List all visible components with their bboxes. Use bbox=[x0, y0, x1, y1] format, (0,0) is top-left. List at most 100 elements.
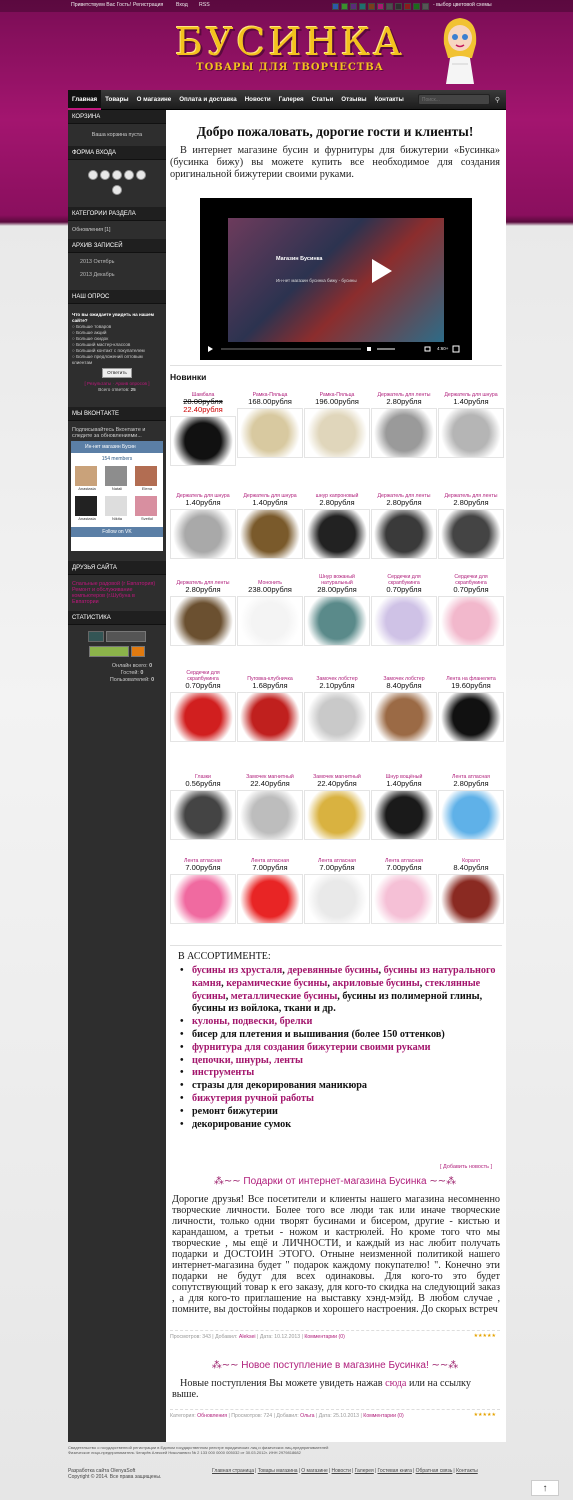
product-image[interactable] bbox=[438, 790, 504, 840]
product-card[interactable]: Глазки 0.56рубля bbox=[170, 768, 236, 840]
search-input[interactable] bbox=[417, 94, 490, 105]
product-card[interactable]: Лента на фланелета 19.60рубля bbox=[438, 670, 504, 742]
rambler-counter[interactable] bbox=[89, 646, 130, 657]
counter-badge[interactable] bbox=[105, 631, 146, 642]
color-swatch[interactable] bbox=[368, 3, 375, 10]
news-title-gifts[interactable]: ⁂~~ Подарки от интернет-магазина Бусинка… bbox=[170, 1176, 500, 1187]
here-link[interactable]: сюда bbox=[385, 1378, 406, 1389]
assortment-link[interactable]: фурнитура для создания бижутерии своими … bbox=[192, 1042, 431, 1053]
product-card[interactable]: Рамка-Пяльца 168.00рубля bbox=[237, 386, 303, 458]
color-swatch[interactable] bbox=[422, 3, 429, 10]
product-card[interactable]: Держатель для ленты 2.80рубля bbox=[371, 487, 437, 559]
assortment-link[interactable]: цепочки, шнуры, ленты bbox=[192, 1055, 303, 1066]
product-card[interactable]: Сердечки для скрапбукинга 0.70рубля bbox=[438, 574, 504, 646]
product-card[interactable]: Держатель для ленты 2.80рубля bbox=[371, 386, 437, 458]
product-image[interactable] bbox=[304, 509, 370, 559]
product-image[interactable] bbox=[371, 408, 437, 458]
footer-link[interactable]: Гостевая книга bbox=[377, 1468, 411, 1474]
product-card[interactable]: шнур капроновый 2.80рубля bbox=[304, 487, 370, 559]
footer-link[interactable]: Галерея bbox=[355, 1468, 374, 1474]
product-image[interactable] bbox=[170, 692, 236, 742]
vk-icon[interactable] bbox=[100, 170, 110, 180]
product-image[interactable] bbox=[371, 509, 437, 559]
product-image[interactable] bbox=[438, 596, 504, 646]
rating-stars[interactable]: ★★★★★ bbox=[474, 1333, 496, 1339]
register-link[interactable]: Регистрация bbox=[133, 2, 163, 8]
nav-products[interactable]: Товары bbox=[101, 90, 132, 110]
nav-about[interactable]: О магазине bbox=[133, 90, 176, 110]
product-image[interactable] bbox=[170, 596, 236, 646]
color-swatch[interactable] bbox=[404, 3, 411, 10]
scroll-to-top-button[interactable]: ↑ bbox=[531, 1480, 559, 1496]
product-image[interactable] bbox=[237, 874, 303, 924]
assortment-link[interactable]: инструменты bbox=[192, 1067, 254, 1078]
search-icon[interactable]: ⚲ bbox=[495, 96, 500, 104]
poll-archive-link[interactable]: Архив опросов bbox=[115, 381, 147, 386]
assortment-link[interactable]: металлические бусины bbox=[231, 991, 338, 1002]
product-image[interactable] bbox=[371, 874, 437, 924]
product-image[interactable] bbox=[438, 692, 504, 742]
product-card[interactable]: Сердечки для скрапбукинга 0.70рубля bbox=[371, 574, 437, 646]
site-logo[interactable]: БУСИНКА ТОВАРЫ ДЛЯ ТВОРЧЕСТВА bbox=[175, 22, 405, 73]
color-swatch[interactable] bbox=[341, 3, 348, 10]
footer-link[interactable]: Новости bbox=[332, 1468, 351, 1474]
archive-item-oct-2013[interactable]: 2013 Октябрь bbox=[80, 258, 154, 266]
product-image[interactable] bbox=[304, 596, 370, 646]
counter-badge[interactable] bbox=[88, 631, 105, 642]
color-swatch[interactable] bbox=[350, 3, 357, 10]
product-image[interactable] bbox=[371, 692, 437, 742]
assortment-link[interactable]: керамические бусины bbox=[226, 978, 327, 989]
product-image[interactable] bbox=[371, 596, 437, 646]
product-card[interactable]: Лента атласная 7.00рубля bbox=[304, 852, 370, 924]
product-card[interactable]: Лента атласная 7.00рубля bbox=[237, 852, 303, 924]
mail-icon[interactable] bbox=[112, 170, 122, 180]
add-news-link[interactable]: [ Добавить новость ] bbox=[440, 1164, 492, 1170]
product-card[interactable]: Пуговка-клубничка 1.68рубля bbox=[237, 670, 303, 742]
nav-reviews[interactable]: Отзывы bbox=[337, 90, 370, 110]
poll-answer-button[interactable]: Ответить bbox=[102, 368, 132, 378]
nav-news[interactable]: Новости bbox=[241, 90, 275, 110]
poll-option[interactable]: ○ Больше предложений оптовым клиентам bbox=[72, 354, 162, 366]
poll-results-link[interactable]: Результаты bbox=[87, 381, 111, 386]
product-card[interactable]: Сердечки для скрапбукинга 0.70рубля bbox=[170, 670, 236, 742]
product-card[interactable]: Лента атласная 7.00рубля bbox=[371, 852, 437, 924]
google-icon[interactable] bbox=[136, 170, 146, 180]
product-image[interactable] bbox=[237, 596, 303, 646]
nav-payment-delivery[interactable]: Оплата и доставка bbox=[175, 90, 241, 110]
vk-member[interactable]: Svetlol bbox=[135, 496, 159, 521]
product-image[interactable] bbox=[170, 416, 236, 466]
news-title-new-arrivals[interactable]: ⁂~~ Новое поступление в магазине Бусинка… bbox=[170, 1360, 500, 1371]
twitter-icon[interactable] bbox=[112, 185, 122, 195]
color-swatch[interactable] bbox=[386, 3, 393, 10]
product-card[interactable]: Мононить 238.00рубля bbox=[237, 574, 303, 646]
rating-stars[interactable]: ★★★★★ bbox=[474, 1412, 496, 1418]
color-swatch[interactable] bbox=[377, 3, 384, 10]
comments-link[interactable]: Комментарии (0) bbox=[304, 1334, 344, 1340]
vk-member[interactable]: Anastasia bbox=[75, 496, 99, 521]
product-image[interactable] bbox=[304, 790, 370, 840]
product-image[interactable] bbox=[438, 408, 504, 458]
footer-link[interactable]: Главная страница bbox=[212, 1468, 254, 1474]
counter-badge[interactable] bbox=[130, 646, 145, 657]
product-image[interactable] bbox=[237, 509, 303, 559]
product-image[interactable] bbox=[371, 790, 437, 840]
product-image[interactable] bbox=[237, 790, 303, 840]
assortment-link[interactable]: кулоны, подвески, брелки bbox=[192, 1016, 312, 1027]
product-image[interactable] bbox=[304, 408, 370, 458]
nav-articles[interactable]: Статьи bbox=[308, 90, 338, 110]
product-image[interactable] bbox=[237, 692, 303, 742]
category-item[interactable]: Обновления [1] bbox=[68, 221, 166, 239]
vk-group-name[interactable]: Ин-нет магазин Бусин bbox=[71, 441, 163, 453]
author-link[interactable]: Aleksei bbox=[239, 1334, 256, 1340]
product-image[interactable] bbox=[304, 692, 370, 742]
vk-member[interactable]: Nikita bbox=[105, 496, 129, 521]
odnoklassniki-icon[interactable] bbox=[124, 170, 134, 180]
product-card[interactable]: Держатель для шнура 1.40рубля bbox=[237, 487, 303, 559]
assortment-link[interactable]: бусины из хрусталя bbox=[192, 965, 282, 976]
vk-follow-button[interactable]: Follow on VK bbox=[71, 527, 163, 537]
vk-member[interactable]: Elena bbox=[135, 466, 159, 491]
footer-link[interactable]: О магазине bbox=[301, 1468, 328, 1474]
product-card[interactable]: Держатель для шнура 1.40рубля bbox=[170, 487, 236, 559]
product-card[interactable]: Рамка-Пяльца 196.00рубля bbox=[304, 386, 370, 458]
footer-link[interactable]: Обратная связь bbox=[416, 1468, 453, 1474]
